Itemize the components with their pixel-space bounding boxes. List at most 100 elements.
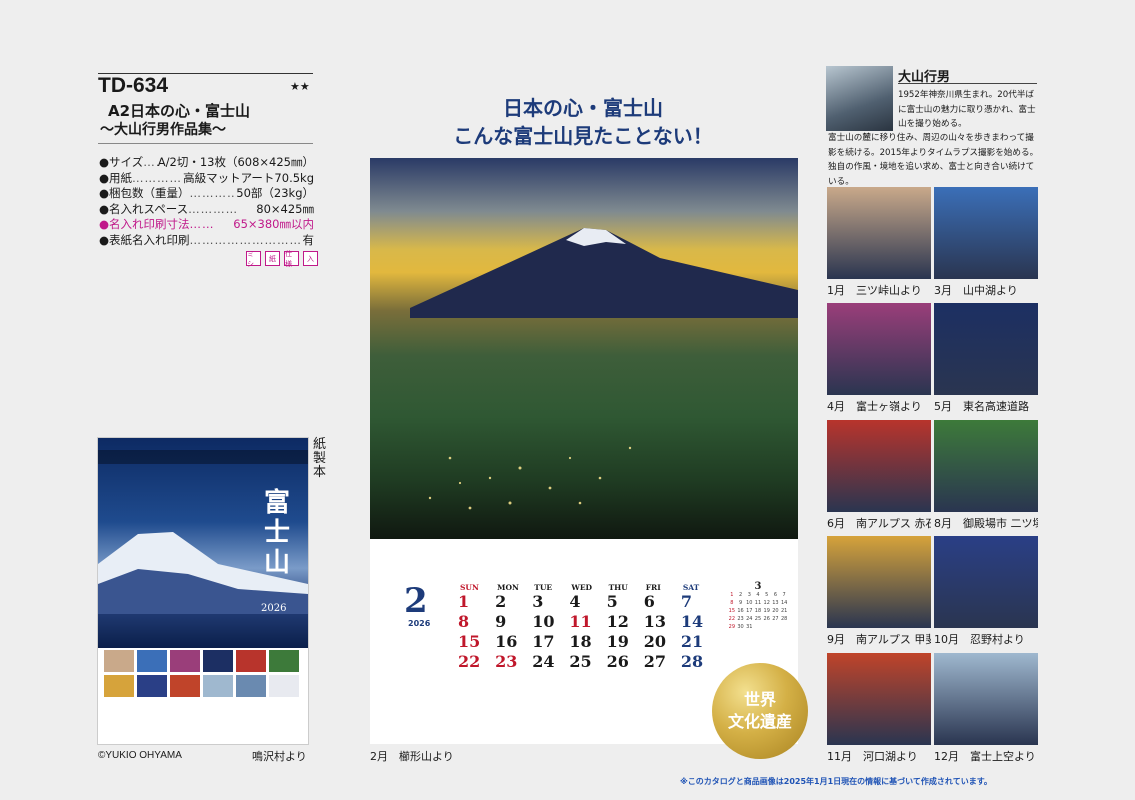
spec-dots: …… bbox=[143, 155, 158, 169]
cover-year: 2026 bbox=[261, 603, 287, 614]
spec-row: ●用紙………… 高級マットアート70.5kg bbox=[99, 171, 314, 187]
calendar-day: 12 bbox=[606, 612, 629, 631]
main-caption: 2月 櫛形山より bbox=[370, 750, 454, 763]
cover-thumbnail bbox=[269, 650, 299, 672]
cover-photo: 富士山 2026 bbox=[98, 438, 308, 648]
author-rule bbox=[898, 83, 1037, 84]
spec-dots: ……………… bbox=[189, 186, 237, 201]
binding-label: 紙製本 bbox=[313, 437, 327, 480]
calendar-day: 14 bbox=[680, 612, 704, 631]
calendar-week: 22 23 24 25 26 27 28 bbox=[456, 652, 716, 672]
spec-list: ●サイズ……A/2切・13枚（608×425㎜）●用紙…………高級マットアート7… bbox=[99, 155, 314, 249]
mini-day: 11 bbox=[754, 600, 762, 606]
mini-day: 23 bbox=[737, 616, 744, 622]
spec-key: ●表紙名入れ印刷 bbox=[99, 232, 190, 247]
mini-day: 9 bbox=[738, 600, 743, 606]
month-photo bbox=[827, 303, 931, 395]
weekday-label: WED bbox=[571, 583, 593, 592]
rating-stars: ★★ bbox=[290, 80, 310, 93]
mini-calendar: 3 1 2 3 4 5 6 7 8 9 10 11 12 13 14 15 16 17 18 19 20 21 22 23 2… bbox=[728, 581, 788, 631]
mini-day: 31 bbox=[746, 624, 753, 630]
product-subtitle: ～大山行男作品集～ bbox=[100, 122, 226, 138]
calendar-day: 5 bbox=[606, 592, 618, 611]
cover-thumbnail bbox=[104, 675, 134, 697]
month-photo bbox=[934, 420, 1038, 512]
calendar-day: 17 bbox=[532, 632, 555, 651]
fuji-silhouette bbox=[410, 228, 798, 510]
cover-title: 富士山 bbox=[263, 488, 290, 578]
month-photo bbox=[934, 653, 1038, 745]
spec-value: A/2切・13枚（608×425㎜） bbox=[157, 155, 314, 169]
author-bio-bottom: 富士山の麓に移り住み、周辺の山々を歩きまわって撮影を続ける。2015年よりタイム… bbox=[828, 133, 1039, 187]
calendar-day: 19 bbox=[606, 632, 629, 651]
month-photo bbox=[934, 536, 1038, 628]
spec-key: ●サイズ bbox=[99, 155, 144, 169]
calendar-day: 18 bbox=[569, 632, 592, 651]
calendar-week: 8 9 10 11 12 13 14 bbox=[456, 612, 716, 632]
mini-day: 20 bbox=[772, 608, 779, 614]
mini-day: 5 bbox=[765, 592, 769, 598]
cover-thumbnail bbox=[170, 675, 200, 697]
spec-icon: ミシ bbox=[246, 250, 261, 268]
mini-day: 28 bbox=[780, 616, 788, 622]
spec-value: 65×380㎜以内 bbox=[233, 217, 314, 232]
month-caption: 1月 三ツ峠山より bbox=[827, 284, 922, 297]
mini-day: 4 bbox=[756, 592, 760, 598]
month-photo bbox=[934, 187, 1038, 279]
spec-row: ●サイズ……A/2切・13枚（608×425㎜） bbox=[99, 155, 314, 171]
calendar-day: 8 bbox=[458, 612, 470, 631]
calendar-day: 3 bbox=[532, 592, 544, 611]
mini-day: 14 bbox=[780, 600, 788, 606]
month-caption: 3月 山中湖より bbox=[934, 284, 1018, 297]
mini-day: 2 bbox=[738, 592, 743, 598]
mini-day: 30 bbox=[737, 624, 744, 630]
spec-icons: ミシ紙仕様入 bbox=[246, 250, 318, 268]
month-caption: 10月 忍野村より bbox=[934, 633, 1025, 646]
spec-icon: 入 bbox=[303, 251, 318, 266]
weekday-label: FRI bbox=[645, 583, 661, 592]
month-photo bbox=[827, 420, 931, 512]
mini-day: 12 bbox=[763, 600, 770, 606]
month-photo bbox=[827, 536, 931, 628]
calendar-day: 10 bbox=[532, 612, 555, 631]
mini-day: 21 bbox=[780, 608, 788, 614]
mini-day: 10 bbox=[746, 600, 753, 606]
cover-thumbnail bbox=[203, 650, 233, 672]
spec-row: ●名入れスペース………… 80×425㎜ bbox=[99, 202, 314, 218]
calendar-day: 25 bbox=[569, 652, 592, 671]
main-photo bbox=[370, 158, 798, 539]
calendar-day: 4 bbox=[569, 592, 581, 611]
calendar-day: 20 bbox=[643, 632, 666, 651]
calendar-week: 15 16 17 18 19 20 21 bbox=[456, 632, 716, 652]
weekday-label: TUE bbox=[534, 583, 553, 592]
month-caption: 11月 河口湖より bbox=[827, 750, 918, 763]
cover-thumbnail bbox=[236, 650, 266, 672]
month-photo bbox=[934, 303, 1038, 395]
mini-day: 7 bbox=[782, 592, 786, 598]
copyright: ©YUKIO OHYAMA bbox=[98, 750, 182, 761]
spec-icon: 仕様 bbox=[284, 250, 299, 268]
calendar-day: 6 bbox=[643, 592, 655, 611]
spec-dots: …… bbox=[189, 217, 215, 232]
mini-day: 26 bbox=[763, 616, 770, 622]
calendar-day: 2 bbox=[495, 592, 507, 611]
mini-day: 24 bbox=[746, 616, 753, 622]
weekday-label: SAT bbox=[682, 583, 700, 592]
spec-value: 80×425㎜ bbox=[256, 201, 314, 216]
calendar-day: 23 bbox=[495, 652, 518, 671]
badge-line-1: 世界 bbox=[743, 690, 776, 709]
spec-row: ●表紙名入れ印刷………………………… 有 bbox=[99, 233, 314, 249]
month-caption: 5月 東名高速道路 bbox=[934, 400, 1029, 413]
cover-header-band bbox=[98, 450, 308, 464]
mini-day: 18 bbox=[754, 608, 762, 614]
calendar-day: 15 bbox=[458, 632, 481, 651]
spec-icon: 紙 bbox=[265, 251, 280, 266]
month-photo bbox=[827, 187, 931, 279]
calendar-day: 24 bbox=[532, 652, 555, 671]
mini-day: 19 bbox=[763, 608, 770, 614]
calendar-header: SUN MON TUE WED THU FRI SAT bbox=[456, 583, 716, 592]
divider bbox=[98, 143, 313, 144]
calendar-week: 1 2 3 4 5 6 7 bbox=[456, 592, 716, 612]
spec-key: ●名入れスペース bbox=[99, 201, 189, 216]
calendar-year: 2026 bbox=[408, 619, 431, 628]
